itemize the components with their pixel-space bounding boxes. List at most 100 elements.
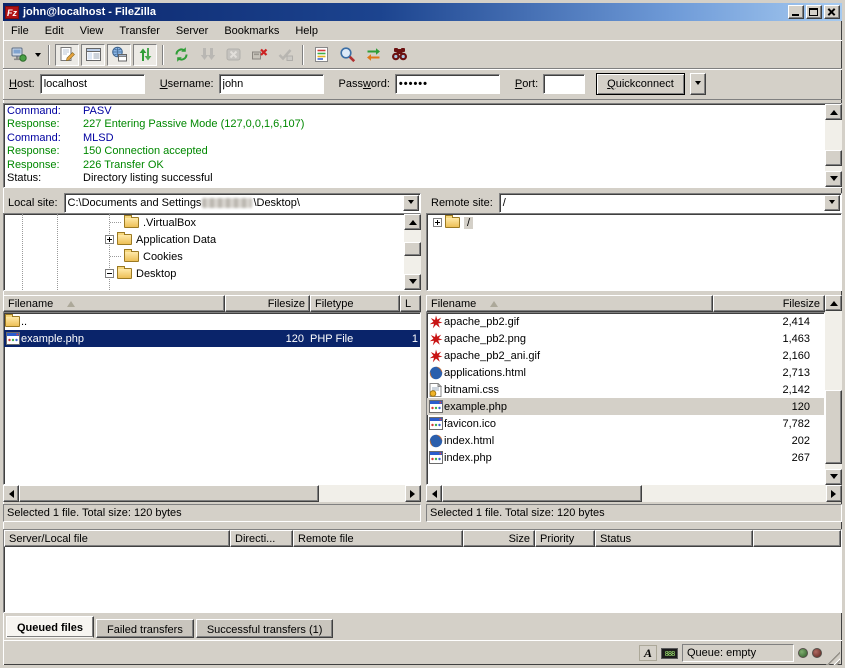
file-row[interactable]: favicon.ico 7,782 [427,415,824,432]
remote-list-vertical-scrollbar[interactable] [825,295,842,485]
column-direction[interactable]: Directi... [230,530,293,547]
scrollbar-thumb[interactable] [442,485,642,502]
scroll-left-button[interactable] [3,485,19,502]
tree-item-virtualbox[interactable]: .VirtualBox [4,214,420,231]
toggle-message-log-button[interactable] [55,44,79,66]
scrollbar-thumb[interactable] [825,150,842,166]
scroll-up-button[interactable] [825,295,842,311]
reconnect-button[interactable] [273,44,297,66]
scrollbar-thumb[interactable] [19,485,319,502]
menu-help[interactable]: Help [287,23,326,39]
disconnect-button[interactable] [247,44,271,66]
column-last-modified[interactable]: L [400,295,421,312]
scroll-right-button[interactable] [405,485,421,502]
local-directory-tree[interactable]: .VirtualBox Application Data Cookies Des… [3,213,421,291]
scroll-right-button[interactable] [826,485,842,502]
file-row-selected[interactable]: example.php 120 [427,398,824,415]
file-row[interactable]: index.php 267 [427,449,824,466]
collapse-minus-icon[interactable] [105,269,114,278]
site-manager-button[interactable] [6,44,30,66]
tree-item-desktop[interactable]: Desktop [4,265,420,282]
ascii-data-type-indicator[interactable]: A [639,645,657,661]
expand-plus-icon[interactable] [105,235,114,244]
toggle-transfer-queue-button[interactable] [133,44,157,66]
directory-listing-filters-button[interactable] [309,44,333,66]
column-filename[interactable]: Filename [3,295,225,312]
resize-grip[interactable] [826,651,840,665]
column-empty[interactable] [753,530,841,547]
column-status[interactable]: Status [595,530,753,547]
scroll-down-button[interactable] [404,274,421,290]
column-size[interactable]: Size [463,530,535,547]
find-files-button[interactable] [387,44,411,66]
host-input[interactable] [40,74,145,94]
file-row[interactable]: applications.html 2,713 [427,364,824,381]
tree-item-root[interactable]: / [427,214,841,231]
file-row[interactable]: bitnami.css 2,142 [427,381,824,398]
port-input[interactable] [543,74,585,94]
transfer-queue-panel[interactable]: Server/Local file Directi... Remote file… [3,529,842,613]
scroll-left-button[interactable] [426,485,442,502]
process-queue-button[interactable] [195,44,219,66]
site-manager-dropdown-button[interactable] [31,44,44,66]
tab-successful-transfers[interactable]: Successful transfers (1) [196,619,334,638]
menu-server[interactable]: Server [168,23,216,39]
column-filetype[interactable]: Filetype [310,295,400,312]
local-site-combo[interactable]: C:\Documents and Settings\Desktop\ [64,193,421,213]
column-priority[interactable]: Priority [535,530,595,547]
menu-file[interactable]: File [3,23,37,39]
menu-transfer[interactable]: Transfer [111,23,168,39]
column-remote-file[interactable]: Remote file [293,530,463,547]
remote-file-list[interactable]: apache_pb2.gif 2,414 apache_pb2.png 1,46… [426,312,825,485]
expand-plus-icon[interactable] [433,218,442,227]
tree-item-application-data[interactable]: Application Data [4,231,420,248]
scroll-up-button[interactable] [825,104,842,120]
file-row[interactable]: apache_pb2.png 1,463 [427,330,824,347]
menu-edit[interactable]: Edit [37,23,72,39]
maximize-button[interactable] [806,5,822,19]
scroll-up-button[interactable] [404,214,421,230]
tab-failed-transfers[interactable]: Failed transfers [96,619,194,638]
remote-horizontal-scrollbar[interactable] [426,485,842,502]
menu-view[interactable]: View [72,23,112,39]
scrollbar-thumb[interactable] [825,390,842,464]
local-file-list[interactable]: .. example.php 120 PHP File 1 [3,312,421,485]
local-horizontal-scrollbar[interactable] [3,485,421,502]
remote-directory-tree[interactable]: / [426,213,842,291]
column-filename[interactable]: Filename [426,295,713,312]
column-filesize[interactable]: Filesize [225,295,310,312]
toggle-local-treeview-button[interactable] [81,44,105,66]
password-input[interactable] [395,74,500,94]
menu-bookmarks[interactable]: Bookmarks [216,23,287,39]
synchronized-browsing-button[interactable] [361,44,385,66]
quickconnect-button[interactable]: Quickconnect [596,73,685,95]
minimize-button[interactable] [788,5,804,19]
file-row-example-php[interactable]: example.php 120 PHP File 1 [4,330,420,347]
quickconnect-dropdown-button[interactable] [690,73,706,95]
local-site-dropdown-button[interactable] [403,195,419,211]
speed-limits-icon[interactable]: 888 [661,648,678,659]
remote-site-combo[interactable]: / [499,193,842,213]
file-row[interactable]: apache_pb2.gif 2,414 [427,313,824,330]
close-button[interactable] [824,5,840,19]
file-row[interactable]: apache_pb2_ani.gif 2,160 [427,347,824,364]
column-filesize[interactable]: Filesize [713,295,825,312]
tree-item-cookies[interactable]: Cookies [4,248,420,265]
file-row[interactable]: index.html 202 [427,432,824,449]
file-row-parent-dir[interactable]: .. [4,313,420,330]
cancel-button[interactable] [221,44,245,66]
local-tree-vertical-scrollbar[interactable] [404,214,421,290]
remote-site-dropdown-button[interactable] [824,195,840,211]
tab-queued-files[interactable]: Queued files [6,616,94,638]
directory-comparison-button[interactable] [335,44,359,66]
filezilla-logo-icon[interactable]: Fz [5,6,19,19]
username-input[interactable] [219,74,324,94]
column-server-local-file[interactable]: Server/Local file [4,530,230,547]
log-vertical-scrollbar[interactable] [825,104,842,187]
scroll-down-button[interactable] [825,469,842,485]
message-log[interactable]: Command:PASV Response:227 Entering Passi… [3,103,842,188]
toggle-remote-treeview-button[interactable] [107,44,131,66]
scroll-down-button[interactable] [825,171,842,187]
refresh-button[interactable] [169,44,193,66]
scrollbar-thumb[interactable] [404,242,421,256]
